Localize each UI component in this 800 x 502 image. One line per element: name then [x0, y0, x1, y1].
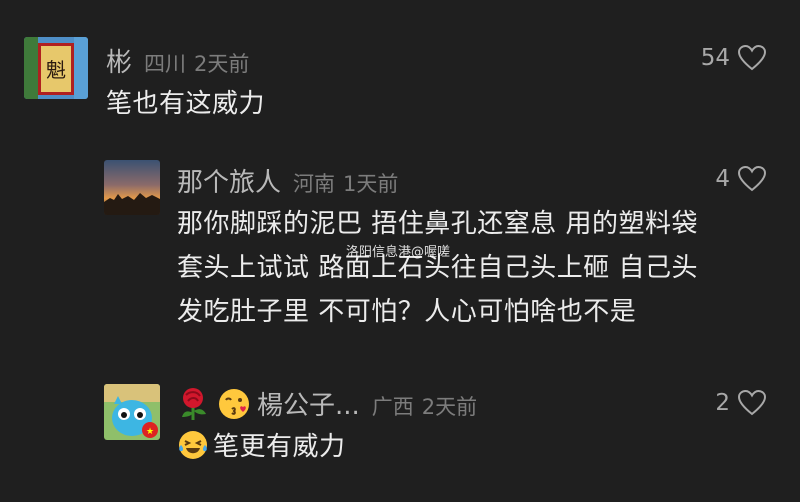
heart-icon [738, 390, 766, 416]
like-count: 2 [715, 390, 730, 416]
comment-text: 那你脚踩的泥巴 捂住鼻孔还窒息 用的塑料袋 套头上试试 路面上石头往自己头上砸 … [177, 202, 698, 334]
kiss-emoji-icon [217, 387, 251, 421]
comment-text-line: 那你脚踩的泥巴 捂住鼻孔还窒息 用的塑料袋 [177, 209, 699, 239]
comment-text-line-wrapper: 笔更有威力 [177, 425, 346, 469]
timestamp: 2天前 [194, 52, 250, 76]
laughing-tears-emoji-icon [177, 429, 209, 461]
rose-emoji-icon [177, 387, 211, 421]
comment-text-line: 笔更有威力 [213, 432, 346, 462]
region-label: 四川 [144, 52, 187, 76]
watermark: 洛阳信息港@喔嗟 [346, 245, 451, 260]
comment-meta: 那个旅人 河南 1天前 [177, 162, 398, 199]
heart-icon [738, 45, 766, 71]
like-button[interactable]: 2 [715, 390, 766, 416]
like-count: 4 [715, 166, 730, 192]
avatar[interactable]: 魁 [24, 37, 88, 99]
username[interactable]: 楊公子... [257, 385, 360, 422]
comment-text: 笔更有威力 [177, 425, 346, 469]
svg-text:魁: 魁 [46, 58, 66, 82]
comment-text: 笔也有这威力 [106, 82, 265, 126]
avatar[interactable] [104, 160, 160, 215]
timestamp: 2天前 [421, 395, 478, 419]
username[interactable]: 那个旅人 [177, 162, 281, 199]
username[interactable]: 彬 [106, 42, 132, 79]
comment-meta: 楊公子... 广西 2天前 [177, 385, 477, 422]
like-button[interactable]: 4 [715, 166, 766, 192]
svg-text:★: ★ [146, 427, 154, 437]
comment-text-line: 发吃肚子里 不可怕？人心可怕啥也不是 [177, 297, 637, 327]
avatar[interactable]: ★ [104, 384, 160, 440]
region-label: 河南 [293, 172, 336, 196]
comment-text-line: 笔也有这威力 [106, 89, 266, 119]
region-label: 广西 [371, 395, 414, 419]
heart-icon [738, 166, 766, 192]
like-button[interactable]: 54 [701, 45, 766, 71]
comment-meta: 彬 四川 2天前 [106, 42, 249, 79]
like-count: 54 [700, 45, 730, 71]
timestamp: 1天前 [343, 172, 399, 196]
